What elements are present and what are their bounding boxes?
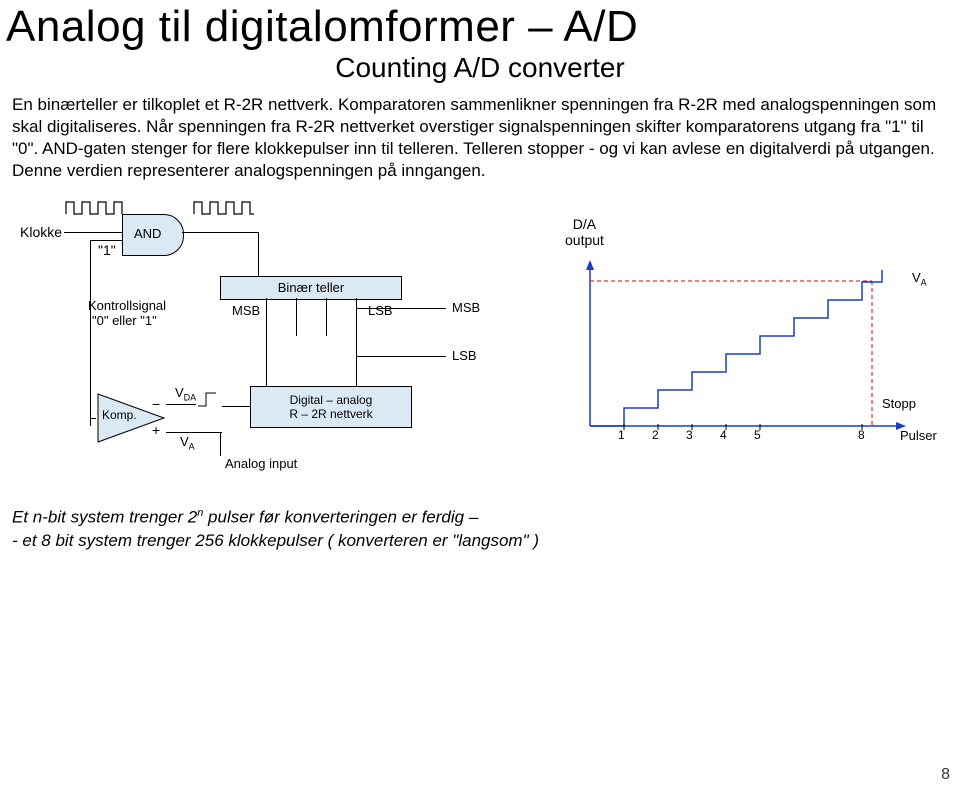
label-komp: Komp. — [102, 408, 137, 422]
wire — [356, 356, 446, 357]
label-msb: MSB — [232, 303, 260, 318]
label-kontrollsignal2: "0" eller "1" — [92, 313, 157, 328]
label-binaer-teller: Binær teller — [278, 280, 344, 295]
label-plus: + — [152, 422, 160, 438]
label-analog-input: Analog input — [225, 456, 297, 471]
page-title: Analog til digitalomformer – A/D — [6, 2, 960, 52]
wire — [64, 232, 122, 233]
wire — [90, 252, 91, 426]
diagram: Klokke AND "1" Binær teller MSB LSB MSB … — [20, 196, 940, 496]
tick-2: 2 — [652, 428, 659, 442]
wire — [182, 232, 258, 233]
label-da-output: D/Aoutput — [565, 216, 604, 248]
label-lsb2: LSB — [452, 348, 477, 363]
tick-3: 3 — [686, 428, 693, 442]
footer-text: Et n-bit system trenger 2n pulser før ko… — [12, 506, 942, 553]
clock-waveform-icon — [62, 196, 127, 216]
wire — [90, 240, 122, 241]
wire — [222, 406, 250, 407]
label-klokke: Klokke — [20, 224, 62, 240]
label-and: AND — [134, 226, 161, 241]
label-vda: VDA — [175, 385, 196, 403]
paragraph: En binærteller er tilkoplet et R-2R nett… — [12, 94, 942, 182]
label-one: "1" — [98, 242, 116, 258]
label-pulser: Pulser — [900, 428, 937, 443]
label-va: VA — [180, 434, 195, 452]
label-msb2: MSB — [452, 300, 480, 315]
wire — [258, 232, 259, 277]
dac-block: Digital – analog R – 2R nettverk — [250, 386, 412, 428]
da-output-plot — [580, 256, 930, 446]
tick-5: 5 — [754, 428, 761, 442]
wire — [220, 432, 221, 456]
tick-4: 4 — [720, 428, 727, 442]
wire — [266, 298, 267, 386]
label-da: Digital – analog — [251, 393, 411, 407]
binary-counter-block: Binær teller — [220, 276, 402, 300]
wire — [166, 432, 222, 433]
gated-clock-waveform-icon — [190, 196, 258, 216]
wire — [296, 298, 297, 336]
label-kontrollsignal: Kontrollsignal — [88, 298, 166, 313]
label-minus: − — [152, 396, 160, 412]
label-r2r: R – 2R nettverk — [251, 407, 411, 421]
page-subtitle: Counting A/D converter — [0, 52, 960, 84]
wire — [166, 404, 196, 405]
wire — [356, 308, 446, 309]
wire — [356, 298, 357, 386]
wire — [90, 418, 96, 419]
tick-8: 8 — [858, 428, 865, 442]
step-signal-icon — [196, 390, 224, 408]
page-number: 8 — [941, 766, 950, 784]
label-stopp: Stopp — [882, 396, 916, 411]
label-va2: VA — [912, 270, 927, 288]
wire — [90, 240, 91, 252]
wire — [326, 298, 327, 336]
label-lsb: LSB — [368, 303, 393, 318]
tick-1: 1 — [618, 428, 625, 442]
